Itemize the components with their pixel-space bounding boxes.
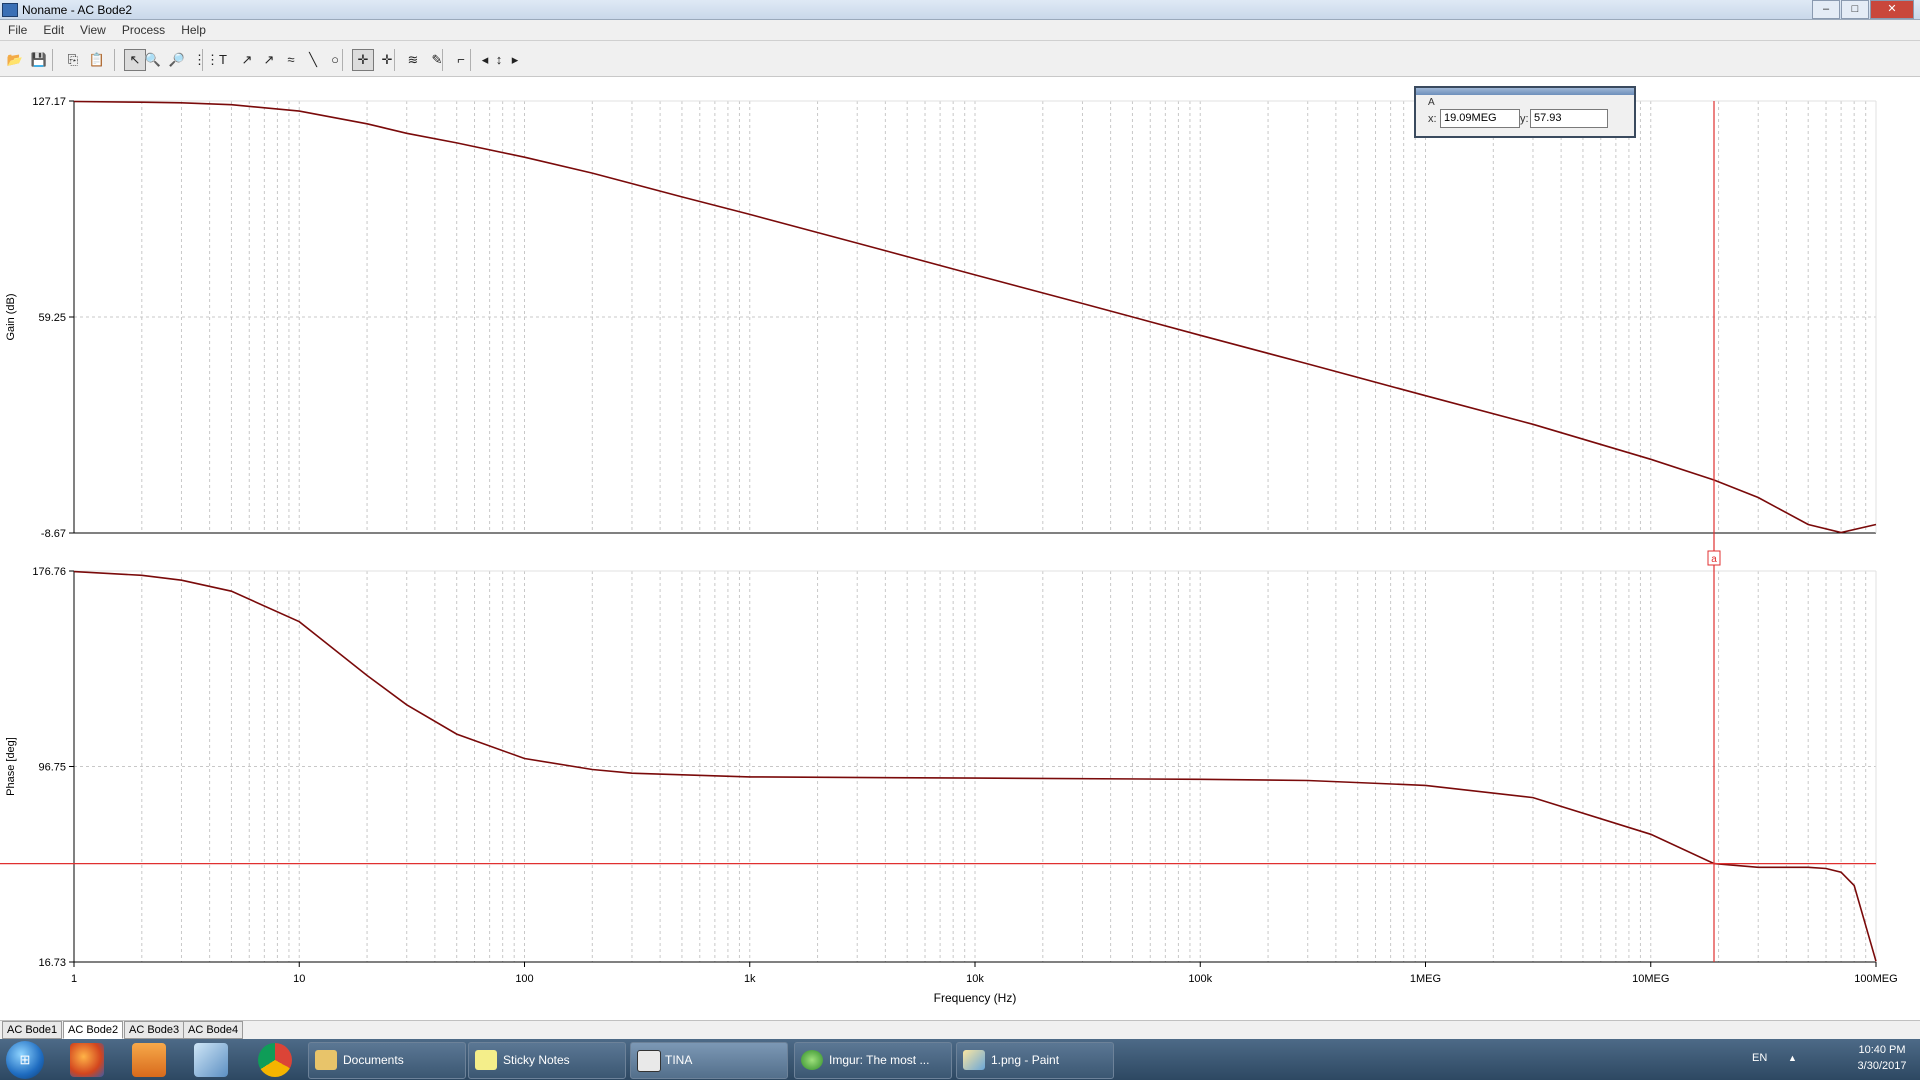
x-tick-label: 10k	[966, 973, 984, 985]
cursor-a-icon[interactable]: ✛	[352, 49, 374, 71]
y-tick-label: 59.25	[38, 312, 66, 324]
minimize-button[interactable]: ‒	[1812, 0, 1840, 19]
y-tick-label: 127.17	[32, 96, 66, 108]
close-button[interactable]: ✕	[1870, 0, 1914, 19]
folder-icon	[315, 1050, 337, 1070]
task-label: Documents	[343, 1053, 404, 1067]
task-label: Sticky Notes	[503, 1053, 570, 1067]
y-axis-label: Gain (dB)	[5, 293, 17, 340]
menu-view[interactable]: View	[72, 20, 114, 40]
task-label: 1.png - Paint	[991, 1053, 1060, 1067]
start-button[interactable]: ⊞	[6, 1041, 44, 1079]
clock-date[interactable]: 3/30/2017	[1852, 1060, 1912, 1072]
grid-icon[interactable]: ⋮⋮	[192, 49, 219, 71]
paste-icon[interactable]: 📋	[86, 49, 108, 71]
browser-tab-icon	[801, 1050, 823, 1070]
copy-icon[interactable]: ⎘	[62, 49, 84, 71]
x-tick-label: 100MEG	[1854, 973, 1897, 985]
label-arrow-icon[interactable]: ↗	[258, 49, 280, 71]
y-tick-label: -8.67	[41, 528, 66, 540]
task-paint[interactable]: 1.png - Paint	[956, 1042, 1114, 1079]
tab-ac-bode3[interactable]: AC Bode3	[124, 1021, 185, 1039]
menu-edit[interactable]: Edit	[35, 20, 72, 40]
cursor-readout-titlebar	[1416, 88, 1634, 95]
tab-ac-bode2[interactable]: AC Bode2	[63, 1021, 124, 1039]
cursor-readout-header: A	[1428, 97, 1435, 108]
title-bar: Noname - AC Bode2 ‒ □ ✕	[0, 0, 1920, 20]
tab-ac-bode1[interactable]: AC Bode1	[2, 1021, 63, 1039]
zoom-in-icon[interactable]: 🔍	[142, 49, 164, 71]
x-tick-label: 1k	[744, 973, 756, 985]
y-tick-label: 16.73	[38, 957, 66, 969]
cursor-a-marker-label: a	[1711, 554, 1717, 565]
y-tick-label: 96.75	[38, 762, 66, 774]
firefox-icon[interactable]	[70, 1043, 104, 1077]
menu-bar: File Edit View Process Help	[0, 20, 1920, 41]
y-axis-label: Phase [deg]	[5, 737, 17, 796]
cursor-x-label: x:	[1428, 113, 1437, 125]
tina-icon	[637, 1050, 661, 1072]
sticky-notes-icon	[475, 1050, 497, 1070]
zoom-out-icon[interactable]: 🔎	[166, 49, 188, 71]
language-indicator[interactable]: EN	[1752, 1052, 1767, 1064]
cursor-y-field[interactable]: 57.93	[1530, 109, 1608, 128]
task-documents[interactable]: Documents	[308, 1042, 466, 1079]
windows-logo-icon: ⊞	[19, 1052, 31, 1067]
window-controls: ‒ □ ✕	[1811, 0, 1914, 19]
y-tick-label: 176.76	[32, 566, 66, 578]
app-icon	[2, 3, 18, 17]
x-tick-label: 10	[293, 973, 305, 985]
curve-marker-icon[interactable]: ≋	[402, 49, 424, 71]
plot-area: 127.17 59.25 -8.67 Gain (dB) 176.76 96.75 16.7…	[0, 77, 1920, 1022]
x-tick-label: 10MEG	[1632, 973, 1669, 985]
text-icon[interactable]: T	[212, 49, 234, 71]
show-hidden-icons-icon[interactable]: ▲	[1788, 1053, 1797, 1063]
bode-plot: 127.17 59.25 -8.67 Gain (dB) 176.76 96.75 16.7…	[0, 96, 1898, 1005]
task-tina[interactable]: TINA	[630, 1042, 788, 1079]
open-icon[interactable]: 📂	[4, 49, 26, 71]
line-icon[interactable]: ╲	[302, 49, 324, 71]
menu-file[interactable]: File	[0, 20, 35, 40]
menu-help[interactable]: Help	[173, 20, 214, 40]
x-tick-label: 100	[515, 973, 533, 985]
x-axis-label: Frequency (Hz)	[934, 991, 1017, 1005]
cursor-y-label: y:	[1520, 113, 1529, 125]
toolbar: 📂 💾 ⎘ 📋 ↖ 🔍 🔎 ⋮⋮ T ↗ ↗ ≈ ╲ ○ ✛ ✛ ≋ ✎ ⌐ ◂ ↕ ▸	[0, 41, 1920, 77]
move-right-icon[interactable]: ▸	[504, 49, 526, 71]
window-title: Noname - AC Bode2	[22, 3, 133, 17]
menu-process[interactable]: Process	[114, 20, 173, 40]
cursor-x-value: 19.09MEG	[1444, 112, 1497, 124]
save-icon[interactable]: 💾	[28, 49, 50, 71]
diagram-tabs: AC Bode1 AC Bode2 AC Bode3 AC Bode4	[0, 1020, 1920, 1039]
cursor-x-field[interactable]: 19.09MEG	[1440, 109, 1520, 128]
circle-icon[interactable]: ○	[324, 49, 346, 71]
task-label: TINA	[665, 1053, 693, 1067]
tab-ac-bode4[interactable]: AC Bode4	[183, 1021, 244, 1039]
media-player-icon[interactable]	[132, 1043, 166, 1077]
cursor-readout-box[interactable]: A x: 19.09MEG y: 57.93	[1414, 86, 1636, 138]
step-icon[interactable]: ⌐	[450, 49, 472, 71]
clock-time[interactable]: 10:40 PM	[1852, 1044, 1912, 1056]
label-icon[interactable]: ↗	[236, 49, 258, 71]
task-sticky-notes[interactable]: Sticky Notes	[468, 1042, 626, 1079]
probe-icon[interactable]: ✎	[426, 49, 448, 71]
toolbar-separator	[52, 49, 53, 71]
x-tick-label: 100k	[1188, 973, 1212, 985]
task-label: Imgur: The most ...	[829, 1053, 930, 1067]
toolbar-separator	[114, 49, 115, 71]
cursor-y-value: 57.93	[1534, 112, 1562, 124]
maximize-button[interactable]: □	[1841, 0, 1869, 19]
task-imgur[interactable]: Imgur: The most ...	[794, 1042, 952, 1079]
chrome-icon[interactable]	[258, 1043, 292, 1077]
axis-label-icon[interactable]: ≈	[280, 49, 302, 71]
taskbar: ⊞ Documents Sticky Notes TINA Imgur: The…	[0, 1039, 1920, 1080]
cursor-b-icon[interactable]: ✛	[376, 49, 398, 71]
x-tick-label: 1	[71, 973, 77, 985]
paint-icon	[963, 1050, 985, 1070]
x-tick-label: 1MEG	[1410, 973, 1441, 985]
notes-app-icon[interactable]	[194, 1043, 228, 1077]
system-tray: EN ▲ 10:40 PM 3/30/2017	[1740, 1039, 1920, 1080]
